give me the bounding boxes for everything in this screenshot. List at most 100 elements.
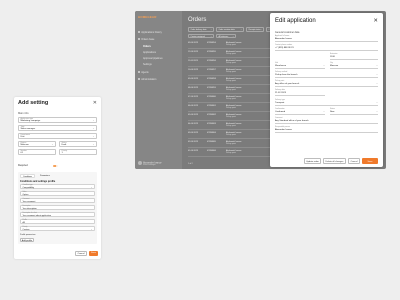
- sidebar-item-label: Orders base: [141, 38, 155, 41]
- close-icon[interactable]: ✕: [373, 18, 378, 24]
- field-label: Delivery method: [275, 71, 288, 73]
- status-select[interactable]: Status Draft ⌄: [59, 141, 97, 147]
- avatar: [138, 161, 142, 165]
- edit-field[interactable]: City Moscow ⌄: [330, 62, 378, 69]
- app-logo: HOMEGEAR: [138, 15, 157, 19]
- chevron-down-icon: ⌄: [375, 101, 378, 105]
- edit-field[interactable]: Responsible person Alexander Ivanov: [275, 126, 378, 133]
- field-label: Delivery type: [275, 99, 285, 101]
- edit-field[interactable]: Delivery type Transport ⌄: [275, 99, 378, 106]
- orders-icon: [138, 38, 140, 41]
- add-setting-panel: Add setting ✕ Main info Application type…: [14, 97, 101, 259]
- sidebar-item-settings[interactable]: Settings: [143, 63, 152, 66]
- order-number: 47896862: [207, 113, 216, 116]
- client-description-input[interactable]: Description for client Your comment abou…: [20, 212, 95, 217]
- delete-changes-button[interactable]: Delete all changes: [323, 158, 346, 164]
- table-row[interactable]: 09.06.2023 47896858 Aleksandr Ivanov Pickup…: [188, 76, 272, 85]
- save-button[interactable]: Save: [362, 158, 378, 164]
- chevron-down-icon: ⌄: [92, 127, 95, 131]
- main-info-label: Main info: [18, 112, 29, 115]
- department-select[interactable]: Department Unit ⌄: [18, 133, 97, 139]
- profile-input[interactable]: Profile All: [20, 219, 95, 224]
- user-profile[interactable]: Alexander Ivanov Sales manager: [138, 161, 161, 166]
- edit-field[interactable]: Unit Warehouse ⌄: [275, 62, 325, 69]
- field-value: Unit: [20, 136, 25, 139]
- order-date: 02.06.2023: [188, 140, 199, 143]
- sidebar-item-orders-base[interactable]: Orders base: [138, 38, 154, 41]
- table-row[interactable]: 01.06.2023 47896866 Aleksandr Ivanov Pickup…: [188, 148, 272, 157]
- table-row[interactable]: 03.06.2023 47896854 Aleksandr Ivanov Pickup…: [188, 40, 272, 49]
- edit-field[interactable]: Delivery date 21.02.2023: [275, 89, 325, 96]
- filter-all-statuses[interactable]: All statuses ⌄: [216, 33, 236, 38]
- sidebar-item-approval[interactable]: Approval pipelines: [143, 57, 163, 60]
- edit-field[interactable]: Applicant full name Alexander Ivanov: [275, 35, 378, 42]
- close-icon[interactable]: ✕: [93, 100, 97, 106]
- priority-input[interactable]: Priority 1: [59, 149, 97, 155]
- edit-field[interactable]: Comment Any Standard office of your branc…: [275, 117, 378, 124]
- tab-conditions[interactable]: Conditions: [20, 174, 35, 178]
- field-value: Moscow: [330, 64, 339, 67]
- sidebar-item-administration[interactable]: Administration: [138, 78, 156, 81]
- sidebar-item-agents[interactable]: Agents: [138, 71, 149, 74]
- table-row[interactable]: 04.06.2023 47896863 Aleksandr Ivanov Pickup…: [188, 121, 272, 130]
- application-type-select[interactable]: Application type Marketing campaign ⌄: [18, 117, 97, 123]
- number-input[interactable]: Number 01: [18, 149, 56, 155]
- field-label: Delivery date: [275, 89, 285, 91]
- sidebar-item-orders[interactable]: Orders: [143, 45, 151, 48]
- edit-field[interactable]: Delivery method Pickup from the branch ⌄: [275, 71, 378, 78]
- edit-field[interactable]: Pickup point Any office of your branch ⌄: [275, 80, 378, 87]
- filter-receipt-status[interactable]: Receipt status ⌄: [246, 27, 264, 32]
- field-value: Option: [22, 193, 29, 196]
- table-row[interactable]: 11.06.2023 47896856 Aleksandr Ivanov Pickup…: [188, 58, 272, 67]
- table-row[interactable]: 03.06.2023 47896864 Aleksandr Ivanov Pickup…: [188, 130, 272, 139]
- sidebar-item-history[interactable]: Applications history: [138, 31, 162, 34]
- table-row[interactable]: 07.06.2023 47896860 Aleksandr Ivanov Pickup…: [188, 94, 272, 103]
- user-role: Sales manager: [143, 164, 156, 166]
- table-row[interactable]: 05.06.2023 47896862 Aleksandr Ivanov Pickup…: [188, 112, 272, 121]
- inner-priority-select[interactable]: Priority Custom ⌄: [20, 226, 95, 231]
- table-row[interactable]: 02.06.2023 47896865 Aleksandr Ivanov Pickup…: [188, 139, 272, 148]
- field-value: +7 (929) 888 38 23: [275, 46, 294, 49]
- section-title: General customer data: [275, 31, 300, 34]
- field-label: Confirmation: [275, 108, 285, 110]
- order-number: 47896855: [207, 50, 216, 53]
- filter-delivery-date[interactable]: Order delivery date ⌄: [188, 27, 214, 32]
- filter-label: Courier assigned: [190, 35, 205, 38]
- add-profile-button[interactable]: Add profile: [20, 237, 34, 242]
- edit-field[interactable]: Confirmation Confirmed ⌄: [275, 108, 325, 115]
- order-date: 06.06.2023: [188, 104, 199, 107]
- sidebar-item-label: Administration: [141, 78, 157, 81]
- field-value: 21.02.2023: [275, 91, 286, 94]
- filter-courier[interactable]: Courier assigned ⌄: [188, 33, 214, 38]
- edit-field[interactable]: Contact phone number +7 (929) 888 38 23: [275, 44, 378, 51]
- value-input[interactable]: Value Option: [20, 191, 95, 196]
- order-date: 03.06.2023: [188, 131, 199, 134]
- condition-type-select[interactable]: Condition type Compatibility ⌄: [20, 184, 95, 189]
- update-order-button[interactable]: Update order: [304, 158, 321, 164]
- pagination[interactable]: 1 of 2: [188, 163, 193, 165]
- tab-parameters[interactable]: Parameters: [38, 174, 52, 178]
- region-select[interactable]: Region Moscow ⌄: [18, 141, 56, 147]
- field-value: Marketing campaign: [20, 120, 41, 123]
- order-date: 05.06.2023: [188, 113, 199, 116]
- table-row[interactable]: 06.06.2023 47896861 Aleksandr Ivanov Pickup…: [188, 103, 272, 112]
- table-row[interactable]: 10.06.2023 47896857 Aleksandr Ivanov Pickup…: [188, 67, 272, 76]
- save-button[interactable]: Save: [89, 251, 98, 256]
- field-value: 1108: [330, 55, 335, 58]
- field-value: Draft: [61, 144, 67, 147]
- cancel-button[interactable]: Cancel: [75, 251, 87, 256]
- comment-input[interactable]: Comment Your comment: [20, 198, 95, 203]
- edit-field[interactable]: Status New ⌄: [330, 108, 378, 115]
- table-row[interactable]: 08.06.2023 47896859 Aleksandr Ivanov Pickup…: [188, 85, 272, 94]
- filter-creation-date[interactable]: Order creation date ⌄: [216, 27, 244, 32]
- order-date: 10.06.2023: [188, 68, 199, 71]
- cancel-button[interactable]: Cancel: [348, 158, 360, 164]
- description-input[interactable]: Description Your description: [20, 205, 95, 210]
- sidebar-item-label: Agents: [141, 71, 149, 74]
- edit-field[interactable]: Extension 1108: [330, 53, 378, 60]
- table-row[interactable]: 12.06.2023 47896855 Aleksandr Ivanov Pickup…: [188, 49, 272, 58]
- type-select[interactable]: Type Sales manager ⌄: [18, 125, 97, 131]
- order-number: 47896859: [207, 86, 216, 89]
- edit-application-dialog: Edit application ✕ General customer data…: [270, 13, 383, 167]
- sidebar-item-applications[interactable]: Applications: [143, 51, 156, 54]
